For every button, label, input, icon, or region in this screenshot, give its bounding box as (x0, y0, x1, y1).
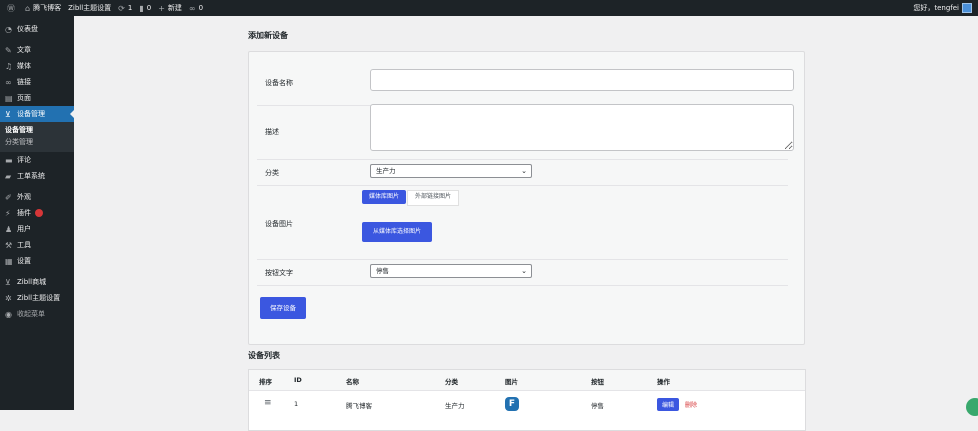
ticket-icon: ▰ (5, 171, 12, 181)
page-icon: ▤ (5, 93, 13, 103)
wordpress-logo-icon[interactable]: Ⓦ (7, 3, 18, 14)
user-account[interactable]: 您好，tengfei (913, 0, 972, 16)
gear-icon: ✲ (5, 293, 12, 303)
row-button-text: 停售 (591, 402, 604, 410)
refresh-icon: ⟳ (118, 3, 125, 13)
image-label: 设备图片 (265, 220, 293, 228)
sidebar-item-appearance[interactable]: ✐ 外观 (0, 189, 74, 205)
cart-icon: ⊻ (5, 109, 11, 119)
delete-link[interactable]: 删除 (685, 400, 697, 409)
form-row-description: 描述 (257, 104, 794, 160)
update-badge (35, 209, 43, 217)
row-category: 生产力 (445, 402, 465, 410)
form-row-category: 分类 生产力 ⌄ (257, 159, 788, 186)
sidebar-item-users[interactable]: ♟ 用户 (0, 221, 74, 237)
plus-icon: + (158, 3, 165, 13)
choose-from-media-button[interactable]: 从媒体库选择图片 (362, 222, 432, 242)
sidebar-item-device-management[interactable]: ⊻ 设备管理 (0, 106, 74, 122)
dashboard-icon: ◔ (5, 24, 12, 34)
avatar (962, 3, 972, 13)
add-device-form: 设备名称 描述 分类 生产力 ⌄ 设备图片 媒体库图片 外部链接图片 从媒体库选择… (248, 51, 805, 345)
link-icon: ∞ (188, 3, 196, 13)
updates-link[interactable]: ⟳ 1 (118, 4, 132, 13)
brush-icon: ✐ (5, 192, 12, 202)
comment-icon: ▮ (139, 3, 144, 13)
sidebar-item-posts[interactable]: ✎ 文章 (0, 42, 74, 58)
name-label: 设备名称 (265, 79, 293, 87)
save-device-button[interactable]: 保存设备 (260, 297, 306, 319)
edit-button[interactable]: 编辑 (657, 398, 680, 411)
tab-media-library[interactable]: 媒体库图片 (362, 190, 407, 204)
description-label: 描述 (265, 128, 279, 136)
collapse-menu-button[interactable]: ◉ 收起菜单 (0, 306, 74, 322)
sidebar-item-zibll-settings[interactable]: ✲ Zibll主题设置 (0, 290, 74, 306)
link-icon: ∞ (5, 77, 12, 87)
new-content-link[interactable]: + 新建 (158, 3, 182, 13)
site-name-link[interactable]: ⌂ 腾飞博客 (25, 3, 61, 13)
admin-bar: Ⓦ ⌂ 腾飞博客 Zibll主题设置 ⟳ 1 ▮ 0 + 新建 ∞ 0 您好，tengfe… (0, 0, 978, 16)
sidebar-item-plugins[interactable]: ⚡ 插件 (0, 205, 74, 221)
sidebar-item-links[interactable]: ∞ 链接 (0, 74, 74, 90)
pin-icon: ✎ (5, 45, 12, 55)
device-name-input[interactable] (370, 69, 794, 91)
col-image: 图片 (505, 378, 518, 386)
sidebar-item-tickets[interactable]: ▰ 工单系统 (0, 168, 74, 184)
submenu-item-category-management[interactable]: 分类管理 (0, 136, 74, 148)
device-table: 排序 ID 名称 分类 图片 按钮 操作 ≡ 1 腾飞博客 生产力 F 停售 编… (248, 369, 806, 431)
admin-sidebar: ◔ 仪表盘 ✎ 文章 ♫ 媒体 ∞ 链接 ▤ 页面 ⊻ 设备管理 设备管理 分类管理 ▬ 评论… (0, 16, 74, 410)
wrench-icon: ⚒ (5, 240, 13, 250)
row-name: 腾飞博客 (346, 402, 372, 410)
plugin-icon: ⚡ (5, 208, 11, 218)
form-row-name: 设备名称 (257, 60, 794, 106)
table-row: ≡ 1 腾飞博客 生产力 F 停售 编辑 删除 (249, 391, 805, 419)
settings-icon: ▦ (5, 256, 13, 266)
chevron-down-icon: ⌄ (521, 167, 527, 175)
button-text-select[interactable]: 停售 ⌄ (370, 264, 532, 278)
sidebar-submenu: 设备管理 分类管理 (0, 122, 74, 152)
button-text-label: 按钮文字 (265, 269, 293, 277)
submenu-item-device-management[interactable]: 设备管理 (0, 124, 74, 136)
media-icon: ♫ (5, 61, 13, 71)
col-id: ID (294, 376, 302, 384)
links-link[interactable]: ∞ 0 (189, 4, 203, 13)
home-icon: ⌂ (25, 3, 31, 13)
sidebar-item-media[interactable]: ♫ 媒体 (0, 58, 74, 74)
drag-handle-icon[interactable]: ≡ (264, 398, 272, 408)
sidebar-item-comments[interactable]: ▬ 评论 (0, 152, 74, 168)
col-actions: 操作 (657, 378, 670, 386)
table-header: 排序 ID 名称 分类 图片 按钮 操作 (249, 370, 805, 391)
main-content: 添加新设备 设备名称 描述 分类 生产力 ⌄ 设备图片 媒体库图片 外部链接图片 … (248, 16, 806, 431)
tab-external-link[interactable]: 外部链接图片 (407, 190, 460, 206)
device-image-thumbnail: F (505, 397, 519, 411)
form-row-image: 设备图片 媒体库图片 外部链接图片 从媒体库选择图片 (257, 185, 788, 260)
chevron-down-icon: ⌄ (521, 267, 527, 275)
sidebar-item-settings[interactable]: ▦ 设置 (0, 253, 74, 269)
user-icon: ♟ (5, 224, 13, 234)
sidebar-item-tools[interactable]: ⚒ 工具 (0, 237, 74, 253)
col-name: 名称 (346, 378, 359, 386)
form-row-button-text: 按钮文字 停售 ⌄ (257, 259, 788, 286)
sidebar-item-zibll-shop[interactable]: ⊻ Zibll商城 (0, 274, 74, 290)
row-id: 1 (294, 400, 299, 408)
col-category: 分类 (445, 378, 458, 386)
description-textarea[interactable] (370, 104, 794, 151)
comments-link[interactable]: ▮ 0 (139, 4, 151, 13)
category-label: 分类 (265, 169, 279, 177)
floating-widget-icon[interactable] (966, 398, 978, 416)
sidebar-item-pages[interactable]: ▤ 页面 (0, 90, 74, 106)
category-select[interactable]: 生产力 ⌄ (370, 164, 532, 178)
theme-settings-link[interactable]: Zibll主题设置 (68, 3, 111, 13)
col-button: 按钮 (591, 378, 604, 386)
cart-icon: ⊻ (5, 277, 11, 287)
page-title: 添加新设备 (248, 31, 288, 40)
sidebar-item-dashboard[interactable]: ◔ 仪表盘 (0, 21, 74, 37)
comment-icon: ▬ (5, 155, 13, 165)
device-list-title: 设备列表 (248, 351, 280, 360)
col-order: 排序 (259, 378, 272, 386)
collapse-icon: ◉ (5, 309, 12, 319)
